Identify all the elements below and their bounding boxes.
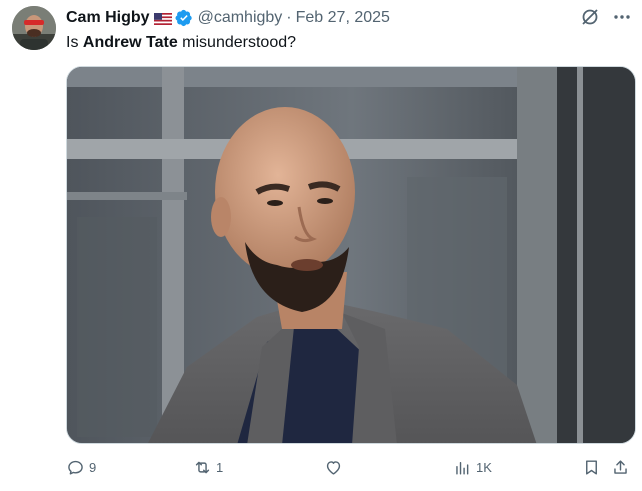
views-count: 1K: [476, 460, 492, 475]
grok-icon[interactable]: [580, 7, 600, 32]
like-button[interactable]: [324, 458, 343, 477]
repost-icon: [195, 461, 210, 474]
author-handle[interactable]: @camhigby: [198, 9, 283, 27]
tweet-text: Is Andrew Tate misunderstood?: [66, 33, 296, 53]
heart-icon: [326, 461, 341, 475]
tweet-top-icons: [580, 7, 632, 32]
tweet-media-image[interactable]: [66, 66, 636, 444]
analytics-icon: [456, 462, 469, 475]
author-name[interactable]: Cam Higby: [66, 9, 150, 27]
reply-icon: [68, 460, 83, 475]
tweet-text-prefix: Is: [66, 34, 83, 51]
avatar-image: [12, 6, 56, 50]
separator-dot: ·: [286, 9, 292, 26]
tweet-date[interactable]: Feb 27, 2025: [296, 9, 390, 27]
tweet-text-highlight: Andrew Tate: [82, 34, 178, 51]
reply-button[interactable]: 9: [66, 458, 96, 477]
repost-button[interactable]: 1: [193, 458, 223, 477]
repost-count: 1: [216, 460, 224, 475]
photo-illustration: [67, 67, 635, 443]
views-button[interactable]: 1K: [453, 458, 492, 477]
share-button[interactable]: [611, 458, 630, 477]
bookmark-button[interactable]: [582, 458, 601, 477]
more-options-icon[interactable]: [612, 7, 632, 32]
bookmark-icon: [586, 460, 597, 475]
us-flag-icon: [153, 12, 172, 25]
tweet-action-bar: 9 1 1K: [66, 458, 632, 482]
share-icon: [614, 460, 627, 474]
author-avatar[interactable]: [12, 6, 56, 50]
tweet-header: Cam Higby @camhigby · Feb 27, 2025: [66, 8, 390, 28]
reply-count: 9: [89, 460, 97, 475]
verified-badge-icon[interactable]: [175, 9, 193, 27]
tweet-text-suffix: misunderstood?: [177, 34, 297, 51]
